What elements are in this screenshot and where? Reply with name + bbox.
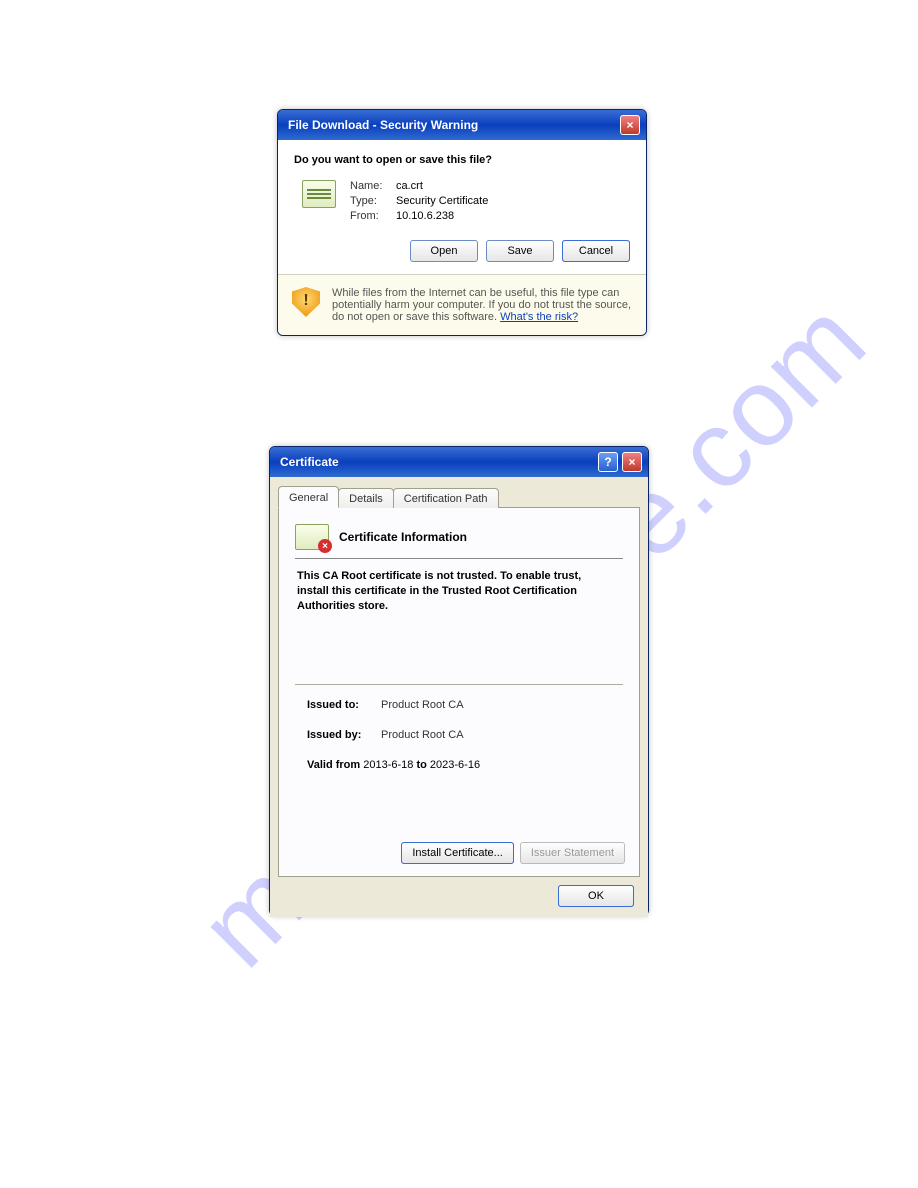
warning-shield-icon [292,287,320,317]
cert-tabs: General Details Certification Path [278,485,640,507]
label-from: From: [350,210,390,222]
save-button[interactable]: Save [486,240,554,262]
cert-trust-message: This CA Root certificate is not trusted.… [295,569,615,614]
invalid-badge-icon: × [318,539,332,553]
value-name: ca.crt [396,180,488,192]
issuer-statement-button: Issuer Statement [520,842,625,864]
tab-panel-general: × Certificate Information This CA Root c… [278,507,640,877]
valid-dates-row: Valid from 2013-6-18 to 2023-6-16 [307,759,623,771]
value-from: 10.10.6.238 [396,210,488,222]
dialog2-titlebar[interactable]: Certificate ? × [270,447,648,477]
cert-info-heading: Certificate Information [339,530,467,544]
ok-button[interactable]: OK [558,885,634,907]
close-icon[interactable]: × [620,115,640,135]
dialog1-title: File Download - Security Warning [288,118,478,132]
certificate-icon: × [295,524,329,550]
install-certificate-button[interactable]: Install Certificate... [401,842,513,864]
label-name: Name: [350,180,390,192]
issued-to-label: Issued to: [307,699,373,711]
help-icon[interactable]: ? [598,452,618,472]
dialog2-body: General Details Certification Path × Cer… [270,477,648,917]
dialog2-title: Certificate [280,455,339,469]
certificate-file-icon [302,180,336,208]
tab-general[interactable]: General [278,486,339,508]
issued-to-value: Product Root CA [381,699,464,711]
whats-the-risk-link[interactable]: What's the risk? [500,311,578,323]
issued-by-label: Issued by: [307,729,373,741]
close-icon[interactable]: × [622,452,642,472]
tab-details[interactable]: Details [338,488,394,508]
issued-by-value: Product Root CA [381,729,464,741]
open-button[interactable]: Open [410,240,478,262]
dialog1-warning: While files from the Internet can be use… [278,274,646,335]
dialog1-titlebar[interactable]: File Download - Security Warning × [278,110,646,140]
value-type: Security Certificate [396,195,488,207]
divider [295,558,623,559]
divider [295,684,623,685]
certificate-dialog: Certificate ? × General Details Certific… [269,446,649,916]
file-download-dialog: File Download - Security Warning × Do yo… [277,109,647,336]
tab-certification-path[interactable]: Certification Path [393,488,499,508]
cancel-button[interactable]: Cancel [562,240,630,262]
dialog1-body: Do you want to open or save this file? N… [278,140,646,274]
warning-text: While files from the Internet can be use… [332,287,632,323]
label-type: Type: [350,195,390,207]
dialog1-question: Do you want to open or save this file? [294,154,630,166]
